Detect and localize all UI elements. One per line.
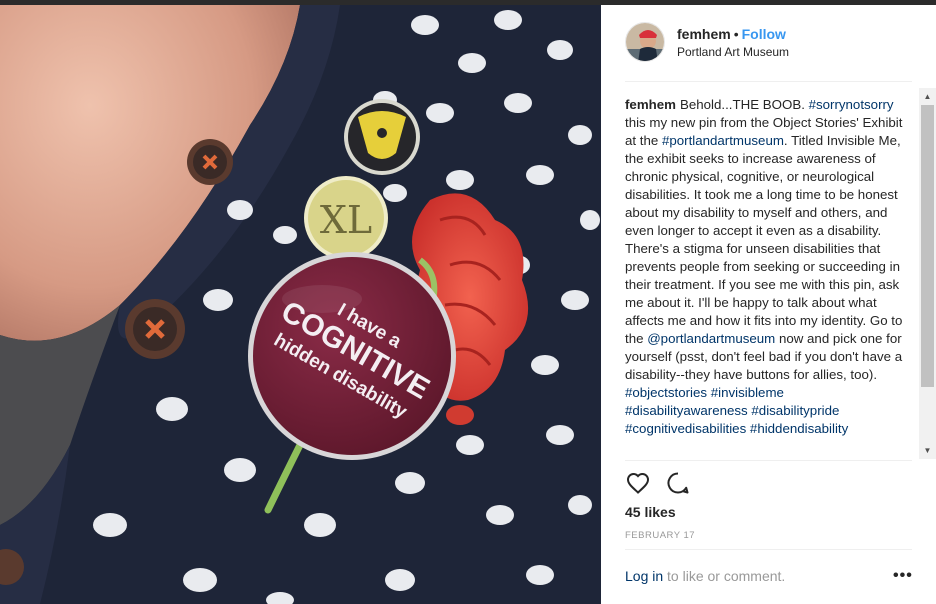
scroll-thumb[interactable] — [921, 105, 934, 387]
comments-scrollbar[interactable]: ▲ ▼ — [919, 88, 936, 459]
likes-count[interactable]: 45 likes — [625, 504, 676, 520]
post-date[interactable]: FEBRUARY 17 — [625, 530, 695, 541]
photo-illustration: XL I have a COGNITIVE hidden disability — [0, 5, 601, 604]
hashtag-link[interactable]: #invisibleme — [711, 385, 784, 400]
hashtag-link[interactable]: #disabilityawareness — [625, 403, 748, 418]
post-sidebar: femhem • Follow Portland Art Museum femhem… — [601, 5, 936, 604]
follow-button[interactable]: Follow — [742, 26, 786, 42]
caption: femhem Behold...THE BOOB. #sorrynotsorry … — [625, 96, 903, 438]
caption-segment: Behold...THE BOOB. — [680, 97, 809, 112]
user-line: femhem • Follow — [677, 25, 786, 43]
action-bar — [625, 470, 691, 500]
more-options-icon[interactable]: ••• — [893, 567, 913, 585]
hashtag-link[interactable]: @portlandartmuseum — [647, 331, 775, 346]
hashtag-link[interactable]: #cognitivedisabilities — [625, 421, 746, 436]
post-photo[interactable]: XL I have a COGNITIVE hidden disability — [0, 5, 601, 604]
xl-pin: XL — [304, 176, 388, 260]
actions-divider — [625, 460, 912, 461]
scroll-down-arrow[interactable]: ▼ — [919, 442, 936, 459]
avatar[interactable] — [625, 22, 665, 62]
hashtag-link[interactable]: #disabilitypride — [751, 403, 839, 418]
scroll-up-arrow[interactable]: ▲ — [919, 88, 936, 105]
xl-pin-text: XL — [320, 198, 372, 242]
small-pin-top — [344, 99, 420, 175]
hashtag-link[interactable]: #objectstories — [625, 385, 707, 400]
hashtag-link[interactable]: #hiddendisability — [750, 421, 848, 436]
hashtag-link[interactable]: #portlandartmuseum — [662, 133, 784, 148]
avatar-image — [626, 23, 664, 61]
login-rest-text: to like or comment. — [663, 568, 786, 584]
main-pin: I have a COGNITIVE hidden disability — [248, 252, 456, 460]
caption-segment: . Titled Invisible Me, the exhibit seeks… — [625, 133, 903, 346]
separator-dot: • — [733, 26, 739, 42]
comment-icon[interactable] — [665, 470, 691, 496]
caption-text: Behold...THE BOOB. #sorrynotsorry this m… — [625, 97, 902, 436]
comments-area[interactable]: femhem Behold...THE BOOB. #sorrynotsorry … — [601, 82, 936, 460]
hashtag-link[interactable]: #sorrynotsorry — [809, 97, 894, 112]
username-link[interactable]: femhem — [677, 26, 731, 42]
location-link[interactable]: Portland Art Museum — [677, 45, 789, 59]
caption-username[interactable]: femhem — [625, 97, 676, 112]
heart-icon[interactable] — [625, 470, 651, 496]
login-prompt: Log in to like or comment. — [625, 568, 785, 584]
footer-divider — [625, 549, 912, 550]
login-link[interactable]: Log in — [625, 568, 663, 584]
post-header: femhem • Follow Portland Art Museum — [601, 5, 936, 82]
